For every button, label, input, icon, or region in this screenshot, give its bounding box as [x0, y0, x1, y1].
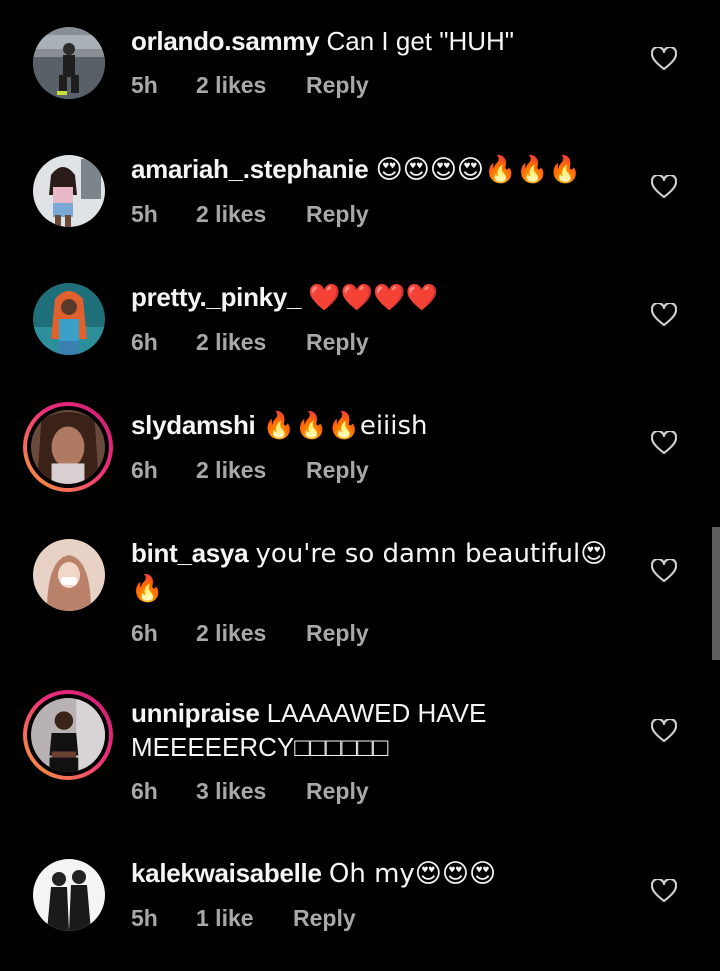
- scrollbar[interactable]: [712, 527, 720, 660]
- comment-text: ❤️❤️❤️❤️: [308, 283, 438, 313]
- heart-outline-icon[interactable]: [651, 431, 677, 455]
- heart-outline-icon[interactable]: [651, 303, 677, 327]
- comment-text: Oh my😍😍😍: [328, 859, 497, 889]
- comment-text-line2: 🔥: [131, 574, 164, 604]
- comment-likes[interactable]: 2 likes: [196, 620, 306, 647]
- comment-text: you're so damn beautiful😍: [255, 539, 608, 569]
- comment-username[interactable]: slydamshi: [131, 410, 256, 440]
- avatar[interactable]: [33, 155, 105, 227]
- reply-button[interactable]: Reply: [293, 905, 356, 932]
- comment-likes[interactable]: 2 likes: [196, 201, 306, 228]
- comment-username[interactable]: amariah_.stephanie: [131, 154, 369, 184]
- avatar[interactable]: [33, 539, 105, 611]
- avatar-story-ring[interactable]: [23, 690, 113, 780]
- avatar[interactable]: [33, 27, 105, 99]
- comment-likes[interactable]: 1 like: [196, 905, 293, 932]
- comment-timestamp: 5h: [131, 72, 158, 98]
- heart-outline-icon[interactable]: [651, 719, 677, 743]
- reply-button[interactable]: Reply: [306, 457, 369, 484]
- comment-username[interactable]: orlando.sammy: [131, 26, 320, 56]
- comment-text: 🔥🔥🔥eiiish: [262, 411, 428, 441]
- comment-likes[interactable]: 2 likes: [196, 329, 306, 356]
- comment-text: LAAAAWED HAVE: [266, 698, 487, 728]
- reply-button[interactable]: Reply: [306, 201, 369, 228]
- comment-likes[interactable]: 2 likes: [196, 457, 306, 484]
- avatar[interactable]: [33, 859, 105, 931]
- comment-timestamp: 5h: [131, 201, 158, 227]
- comment-text-line2: MEEEEERCY□□□□□□: [131, 732, 389, 762]
- comment-timestamp: 6h: [131, 329, 158, 355]
- comment-username[interactable]: pretty._pinky_: [131, 282, 301, 312]
- comment-likes[interactable]: 2 likes: [196, 72, 306, 99]
- heart-outline-icon[interactable]: [651, 175, 677, 199]
- comment-text: 😍😍😍😍🔥🔥🔥: [375, 155, 582, 185]
- heart-outline-icon[interactable]: [651, 559, 677, 583]
- reply-button[interactable]: Reply: [306, 778, 369, 805]
- comment-likes[interactable]: 3 likes: [196, 778, 306, 805]
- reply-button[interactable]: Reply: [306, 329, 369, 356]
- comment-username[interactable]: bint_asya: [131, 538, 249, 568]
- comment-timestamp: 6h: [131, 620, 158, 646]
- comment-text: Can I get "HUH": [326, 26, 515, 56]
- reply-button[interactable]: Reply: [306, 620, 369, 647]
- comment-timestamp: 6h: [131, 778, 158, 804]
- comment-timestamp: 5h: [131, 905, 158, 931]
- comment-timestamp: 6h: [131, 457, 158, 483]
- heart-outline-icon[interactable]: [651, 879, 677, 903]
- comment-username[interactable]: unnipraise: [131, 698, 260, 728]
- avatar-story-ring[interactable]: [23, 402, 113, 492]
- comment-username[interactable]: kalekwaisabelle: [131, 858, 322, 888]
- heart-outline-icon[interactable]: [651, 47, 677, 71]
- reply-button[interactable]: Reply: [306, 72, 369, 99]
- avatar[interactable]: [33, 283, 105, 355]
